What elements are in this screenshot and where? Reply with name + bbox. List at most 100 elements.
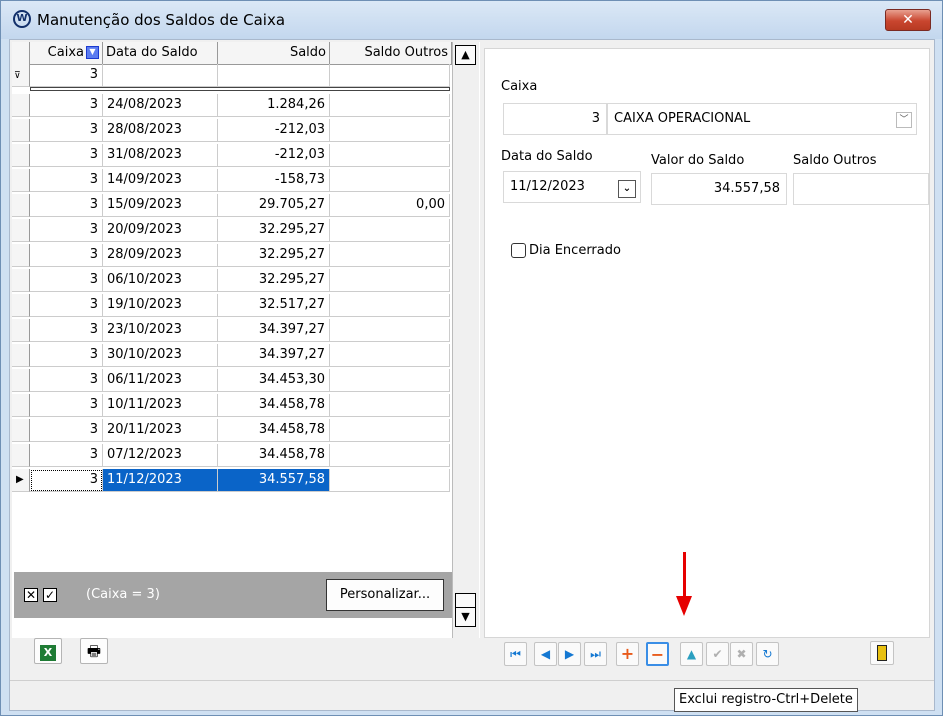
cell-saldo[interactable]: -212,03 [218,119,330,142]
title-bar[interactable]: W Manutenção dos Saldos de Caixa ✕ [1,1,942,39]
cell-saldo[interactable]: 32.517,27 [218,294,330,317]
cell-saldo[interactable]: 1.284,26 [218,94,330,117]
table-row[interactable]: 3 06/11/2023 34.453,30 [12,369,452,392]
cell-saldo-outros[interactable] [330,169,450,192]
row-indicator[interactable] [12,94,30,117]
table-row[interactable]: 3 28/08/2023 -212,03 [12,119,452,142]
cell-saldo-outros[interactable] [330,219,450,242]
filter-enabled-checkbox[interactable]: ✓ [43,588,57,602]
row-indicator[interactable] [12,269,30,292]
table-row[interactable]: 3 30/10/2023 34.397,27 [12,344,452,367]
cell-saldo[interactable]: -212,03 [218,144,330,167]
dia-encerrado-checkbox[interactable] [511,243,526,258]
filter-cell-data[interactable] [103,64,218,87]
table-row[interactable]: 3 28/09/2023 32.295,27 [12,244,452,267]
cell-saldo[interactable]: 34.557,58 [218,469,330,492]
column-header-caixa[interactable]: Caixa ▼ [30,42,103,64]
row-indicator[interactable] [12,144,30,167]
cell-caixa[interactable]: 3 [30,419,103,442]
table-row[interactable]: 3 07/12/2023 34.458,78 [12,444,452,467]
last-record-button[interactable]: ⏭ [584,642,607,666]
clear-filter-icon[interactable]: ✕ [24,588,38,602]
table-row[interactable]: 3 06/10/2023 32.295,27 [12,269,452,292]
delete-record-button[interactable]: − [646,642,669,666]
exit-button[interactable] [870,641,894,665]
column-header-saldo-outros[interactable]: Saldo Outros [330,42,452,64]
first-record-button[interactable]: ⏮ [504,642,527,666]
cell-data[interactable]: 06/11/2023 [103,369,218,392]
filter-cell-caixa[interactable]: 3 [30,64,103,87]
refresh-button[interactable]: ↻ [756,642,779,666]
cell-saldo[interactable]: -158,73 [218,169,330,192]
row-indicator[interactable] [12,294,30,317]
column-header-data[interactable]: Data do Saldo [103,42,218,64]
cell-data[interactable]: 24/08/2023 [103,94,218,117]
filter-cell-outros[interactable] [330,64,450,87]
cell-caixa[interactable]: 3 [30,244,103,267]
column-header-saldo[interactable]: Saldo [218,42,330,64]
cell-data[interactable]: 23/10/2023 [103,319,218,342]
table-row[interactable]: 3 20/11/2023 34.458,78 [12,419,452,442]
cell-saldo[interactable]: 32.295,27 [218,219,330,242]
table-row[interactable]: 3 10/11/2023 34.458,78 [12,394,452,417]
cell-data[interactable]: 30/10/2023 [103,344,218,367]
cell-data[interactable]: 10/11/2023 [103,394,218,417]
row-indicator[interactable] [12,444,30,467]
row-indicator[interactable] [12,194,30,217]
table-row[interactable]: ▶ 3 11/12/2023 34.557,58 [12,469,452,492]
cell-saldo[interactable]: 34.458,78 [218,444,330,467]
cell-saldo-outros[interactable] [330,94,450,117]
customize-button[interactable]: Personalizar... [326,579,444,611]
scroll-up-button[interactable]: ▲ [455,45,476,65]
cell-caixa[interactable]: 3 [30,169,103,192]
row-indicator[interactable] [12,244,30,267]
cell-data[interactable]: 20/11/2023 [103,419,218,442]
close-button[interactable]: ✕ [885,9,931,31]
cell-saldo-outros[interactable] [330,344,450,367]
cell-saldo-outros[interactable] [330,269,450,292]
cell-caixa[interactable]: 3 [30,219,103,242]
cell-caixa[interactable]: 3 [30,369,103,392]
grid-scrollbar[interactable]: ▲ ▼ [452,42,479,638]
cell-data[interactable]: 28/09/2023 [103,244,218,267]
edit-record-button[interactable]: ▲ [680,642,703,666]
cell-caixa[interactable]: 3 [30,444,103,467]
cell-saldo[interactable]: 32.295,27 [218,269,330,292]
filter-row[interactable]: ⊽ 3 [12,64,452,87]
cell-saldo-outros[interactable] [330,144,450,167]
cell-saldo-outros[interactable] [330,444,450,467]
cell-saldo-outros[interactable] [330,294,450,317]
cell-saldo-outros[interactable] [330,469,450,492]
cell-saldo[interactable]: 34.453,30 [218,369,330,392]
cell-data[interactable]: 31/08/2023 [103,144,218,167]
current-row-indicator-icon[interactable]: ▶ [12,469,30,492]
cell-caixa[interactable]: 3 [30,144,103,167]
cell-data[interactable]: 14/09/2023 [103,169,218,192]
table-row[interactable]: 3 24/08/2023 1.284,26 [12,94,452,117]
cell-saldo-outros[interactable]: 0,00 [330,194,450,217]
cell-data[interactable]: 11/12/2023 [103,469,218,492]
saldo-outros-field[interactable] [793,173,929,205]
row-indicator[interactable] [12,394,30,417]
cell-data[interactable]: 06/10/2023 [103,269,218,292]
cell-saldo[interactable]: 34.397,27 [218,344,330,367]
filter-cell-saldo[interactable] [218,64,330,87]
cell-caixa[interactable]: 3 [30,294,103,317]
data-saldo-picker[interactable]: 11/12/2023 ⌄ [503,171,641,203]
cell-saldo-outros[interactable] [330,319,450,342]
cell-saldo[interactable]: 34.397,27 [218,319,330,342]
cell-saldo[interactable]: 29.705,27 [218,194,330,217]
print-button[interactable]: 🖶 [80,638,108,664]
insert-record-button[interactable]: + [616,642,639,666]
cell-data[interactable]: 07/12/2023 [103,444,218,467]
cell-saldo-outros[interactable] [330,369,450,392]
cell-caixa[interactable]: 3 [30,319,103,342]
cell-saldo[interactable]: 34.458,78 [218,394,330,417]
row-indicator[interactable] [12,369,30,392]
cell-saldo-outros[interactable] [330,419,450,442]
chevron-down-icon[interactable]: ﹀ [896,112,912,128]
cell-saldo[interactable]: 34.458,78 [218,419,330,442]
row-indicator[interactable] [12,344,30,367]
cell-caixa[interactable]: 3 [30,119,103,142]
cell-caixa[interactable]: 3 [30,394,103,417]
